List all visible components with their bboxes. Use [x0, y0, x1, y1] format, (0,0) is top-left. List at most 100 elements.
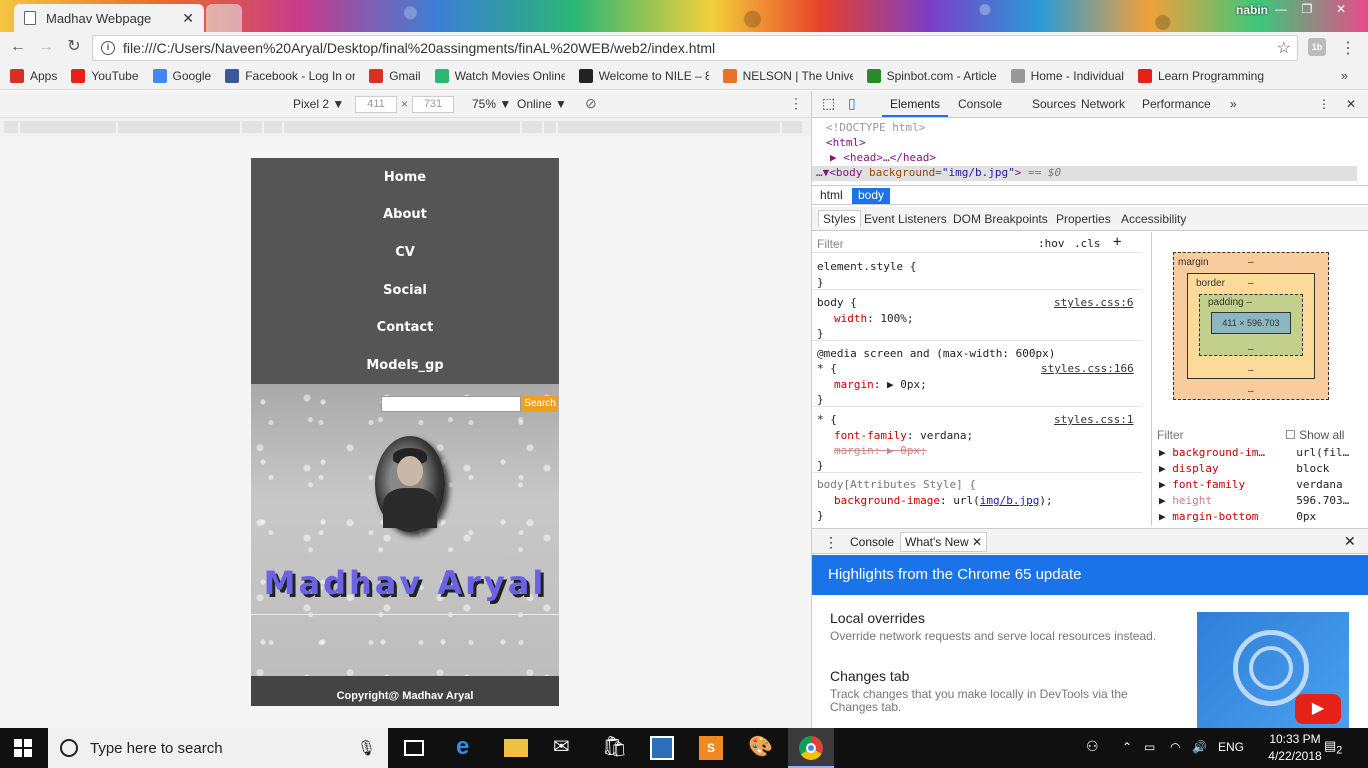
sublime-text-icon[interactable]: S: [699, 736, 723, 760]
viewport-width-input[interactable]: 411: [355, 96, 397, 113]
site-search-input[interactable]: [381, 396, 521, 412]
dom-doctype[interactable]: <!DOCTYPE html>: [826, 121, 925, 134]
computed-property-row[interactable]: ▶ margin-bottom 0px: [1159, 510, 1316, 523]
bookmark-item[interactable]: Gmail: [369, 68, 421, 83]
tab-network[interactable]: Network: [1081, 97, 1125, 111]
declaration-margin[interactable]: margin: ▶ 0px;: [834, 378, 927, 391]
tab-dom-breakpoints[interactable]: DOM Breakpoints: [953, 212, 1048, 226]
microphone-icon[interactable]: 🎙: [357, 739, 376, 757]
edge-icon[interactable]: e: [456, 733, 480, 760]
nav-home-link[interactable]: Home: [251, 170, 559, 185]
site-search-button[interactable]: Search: [522, 396, 558, 412]
declaration-background-image[interactable]: background-image: url(img/b.jpg);: [834, 494, 1053, 507]
bookmark-item[interactable]: Welcome to NILE – 8: [578, 68, 709, 83]
chrome-menu-icon[interactable]: ⋮: [1340, 38, 1356, 58]
notification-center-icon[interactable]: ▤2: [1324, 738, 1342, 757]
chrome-taskbar-item[interactable]: [788, 728, 834, 768]
bookmarks-overflow-icon[interactable]: »: [1341, 68, 1348, 83]
file-explorer-icon[interactable]: [504, 739, 528, 757]
info-icon[interactable]: i: [101, 41, 115, 55]
tab-styles[interactable]: Styles: [818, 210, 861, 227]
rule-body-selector[interactable]: body {: [817, 296, 857, 309]
new-tab-button[interactable]: [206, 4, 242, 32]
wifi-icon[interactable]: ◠: [1170, 740, 1180, 754]
declaration-font-family[interactable]: font-family: verdana;: [834, 429, 973, 442]
rule-attributes-style[interactable]: body[Attributes Style] {: [817, 478, 976, 491]
nav-cv-link[interactable]: CV: [251, 245, 559, 260]
tray-expand-icon[interactable]: ⌃: [1122, 740, 1132, 754]
window-close-icon[interactable]: ✕: [1328, 0, 1354, 18]
rule-star-selector[interactable]: * {: [817, 362, 837, 375]
source-link[interactable]: styles.css:6: [1054, 296, 1133, 309]
crumb-html[interactable]: html: [814, 188, 849, 204]
tab-accessibility[interactable]: Accessibility: [1121, 212, 1186, 226]
video-thumbnail[interactable]: ▶: [1197, 612, 1349, 728]
tab-event-listeners[interactable]: Event Listeners: [864, 212, 947, 226]
expand-arrow-icon[interactable]: ▶: [1159, 510, 1172, 523]
bookmark-item[interactable]: Facebook - Log In or: [225, 68, 355, 83]
mail-icon[interactable]: ✉: [553, 734, 577, 758]
inspect-icon[interactable]: ⬚: [822, 95, 835, 112]
expand-arrow-icon[interactable]: ▶: [1159, 446, 1172, 459]
tab-elements[interactable]: Elements: [890, 97, 940, 111]
nav-contact-link[interactable]: Contact: [251, 320, 559, 335]
rule-star-selector[interactable]: * {: [817, 413, 837, 426]
hov-toggle[interactable]: :hov: [1038, 237, 1065, 250]
bookmark-item[interactable]: Google: [152, 68, 211, 83]
expand-arrow-icon[interactable]: ▶: [1159, 478, 1172, 491]
declaration-margin-overridden[interactable]: margin: ▶ 0px;: [834, 444, 927, 457]
computed-property-row[interactable]: ▶ display block: [1159, 462, 1329, 475]
youtube-play-icon[interactable]: ▶: [1295, 694, 1341, 724]
app-icon[interactable]: [650, 736, 674, 760]
minimize-icon[interactable]: —: [1268, 0, 1294, 18]
people-icon[interactable]: ⚇: [1086, 738, 1099, 755]
devtools-close-icon[interactable]: ✕: [1346, 97, 1356, 111]
profile-name[interactable]: nabin: [1236, 3, 1268, 17]
dom-body[interactable]: …▼<body background="img/b.jpg"> == $0: [816, 166, 1061, 179]
computed-filter-input[interactable]: Filter: [1157, 428, 1184, 442]
battery-icon[interactable]: ▭: [1144, 740, 1155, 754]
reload-icon[interactable]: ↻: [64, 37, 84, 57]
browser-tab-active[interactable]: Madhav Webpage ✕: [14, 4, 204, 32]
rotate-icon[interactable]: ⊘: [585, 95, 597, 112]
paint-icon[interactable]: 🎨: [748, 734, 773, 758]
extension-icon[interactable]: 1b: [1308, 38, 1326, 56]
bookmark-item[interactable]: Learn Programming: [1137, 68, 1264, 83]
maximize-icon[interactable]: ❐: [1294, 0, 1320, 18]
volume-icon[interactable]: 🔊: [1192, 740, 1207, 754]
computed-property-row[interactable]: ▶ background-im… url(fil…: [1159, 446, 1349, 459]
bookmark-item[interactable]: Home - Individual: [1010, 68, 1124, 83]
tab-close-icon[interactable]: ✕: [182, 10, 194, 27]
crumb-body[interactable]: body: [852, 188, 891, 204]
box-content[interactable]: 411 × 596.703: [1211, 312, 1291, 334]
input-language[interactable]: ENG: [1218, 740, 1244, 754]
device-select[interactable]: Pixel 2 ▼: [293, 97, 344, 111]
nav-social-link[interactable]: Social: [251, 283, 559, 298]
taskbar-search[interactable]: Type here to search 🎙: [48, 728, 388, 768]
dom-head[interactable]: ▶ <head>…</head>: [830, 151, 936, 164]
drawer-menu-icon[interactable]: ⋮: [824, 534, 838, 551]
clock-time[interactable]: 10:33 PM: [1260, 732, 1330, 746]
bookmark-item[interactable]: NELSON | The Unive: [722, 68, 853, 83]
feature-title[interactable]: Changes tab: [830, 668, 909, 684]
computed-property-row[interactable]: ▶ height 596.703…: [1159, 494, 1349, 507]
zoom-select[interactable]: 75% ▼: [472, 97, 511, 111]
bookmark-item[interactable]: Watch Movies Online: [434, 68, 565, 83]
computed-property-row[interactable]: ▶ font-family verdana: [1159, 478, 1343, 491]
bookmark-item[interactable]: YouTube: [71, 68, 139, 83]
drawer-close-icon[interactable]: ✕: [1344, 533, 1356, 550]
clock-date[interactable]: 4/22/2018: [1260, 749, 1330, 763]
drawer-tab-console[interactable]: Console: [850, 535, 894, 549]
bookmark-item[interactable]: Apps: [10, 68, 57, 83]
cls-toggle[interactable]: .cls: [1074, 237, 1101, 250]
task-view-icon[interactable]: [404, 740, 424, 756]
bookmark-star-icon[interactable]: ☆: [1277, 38, 1291, 58]
nav-models-link[interactable]: Models_gp: [251, 358, 559, 373]
tab-properties[interactable]: Properties: [1056, 212, 1111, 226]
tab-console[interactable]: Console: [958, 97, 1002, 111]
device-toggle-icon[interactable]: ▯: [848, 95, 856, 112]
devtools-menu-icon[interactable]: ⋮: [1318, 97, 1330, 111]
new-rule-icon[interactable]: +: [1113, 234, 1121, 250]
more-tabs-icon[interactable]: »: [1230, 97, 1237, 111]
feature-title[interactable]: Local overrides: [830, 610, 925, 626]
